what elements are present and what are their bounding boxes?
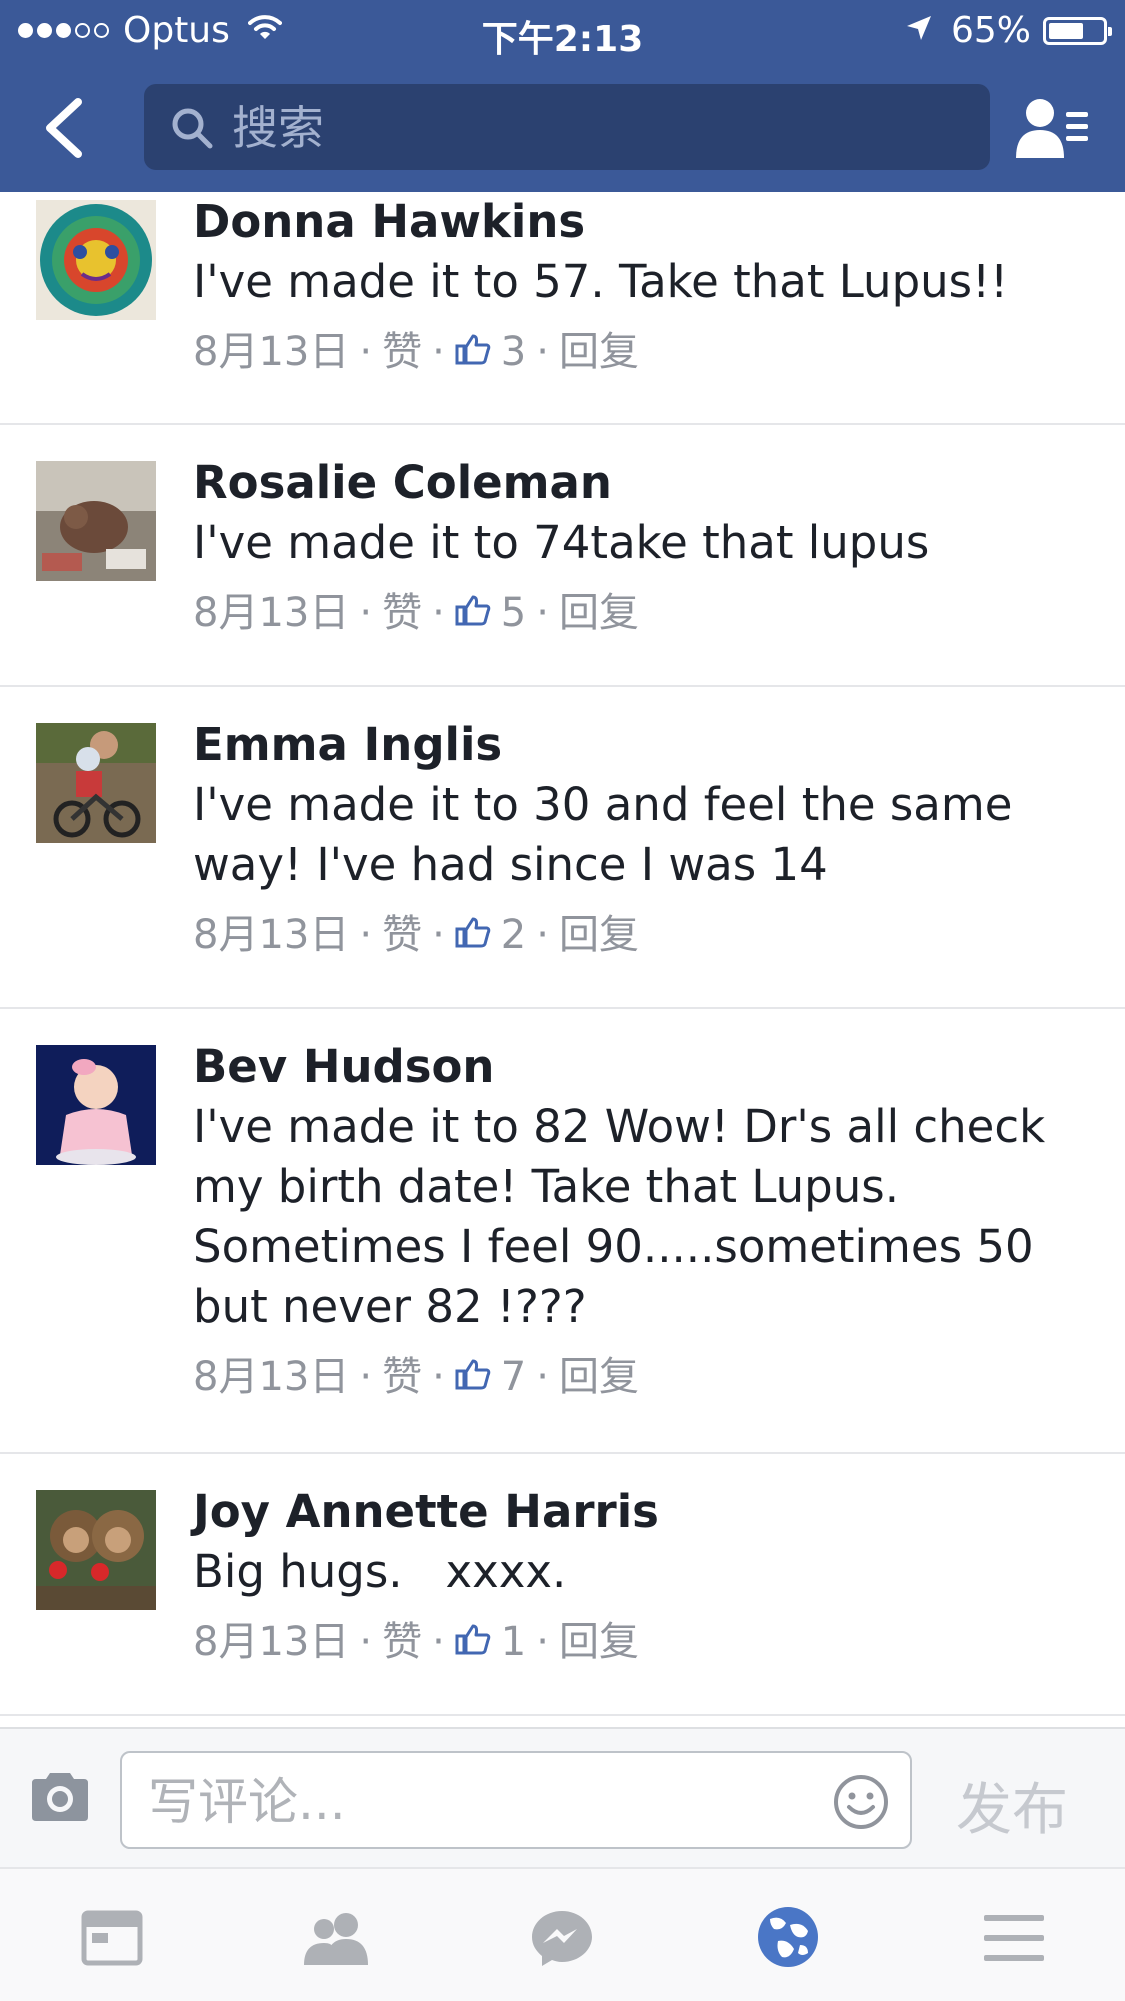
thumbs-up-icon [455,585,491,641]
comment-date: 8月13日 [193,1354,350,1400]
comment-author[interactable]: Rosalie Coleman [193,453,1085,513]
thumbs-up-icon [455,907,491,963]
friend-list-icon [1016,99,1088,158]
battery-percent: 65% [950,10,1031,51]
comment-date: 8月13日 [193,329,350,375]
comments-list: Donna Hawkins I've made it to 57. Take t… [0,192,1125,1716]
comment-item: Emma Inglis I've made it to 30 and feel … [0,687,1125,1009]
comment-meta: 8月13日 · 赞 · 1 · 回复 [193,1614,1085,1670]
comment-item: Donna Hawkins I've made it to 57. Take t… [0,192,1125,425]
back-button[interactable] [38,92,94,164]
menu-icon [984,1915,1044,1961]
camera-icon [32,1773,88,1821]
reply-button[interactable]: 回复 [559,324,639,380]
comment-meta: 8月13日 · 赞 · 3 · 回复 [193,324,1085,380]
comment-input[interactable] [146,1767,810,1837]
location-arrow-icon [905,10,933,51]
reply-button[interactable]: 回复 [559,1349,639,1405]
like-button[interactable]: 赞 [382,1614,422,1670]
like-button[interactable]: 赞 [382,585,422,641]
tab-notifications[interactable] [756,1907,820,1967]
tab-messenger[interactable] [530,1909,594,1967]
chevron-left-icon [46,98,82,158]
comment-date: 8月13日 [193,590,350,636]
avatar[interactable] [36,1045,156,1165]
search-icon [170,106,214,154]
comment-item: Rosalie Coleman I've made it to 74take t… [0,425,1125,687]
messenger-icon [532,1911,592,1966]
top-bar: Optus 下午2:13 65% [0,0,1125,192]
friends-list-button[interactable] [1014,96,1090,162]
avatar[interactable] [36,461,156,581]
comment-author[interactable]: Emma Inglis [193,715,1085,775]
comment-date: 8月13日 [193,912,350,958]
comment-meta: 8月13日 · 赞 · 5 · 回复 [193,585,1085,641]
notifications-globe-icon [758,1907,818,1967]
avatar[interactable] [36,1490,156,1610]
friend-requests-icon [304,1913,368,1965]
reply-button[interactable]: 回复 [559,1614,639,1670]
comment-item: Bev Hudson I've made it to 82 Wow! Dr's … [0,1009,1125,1454]
comment-text: I've made it to 74take that lupus [193,516,930,569]
battery-icon [1043,16,1112,45]
comment-author[interactable]: Joy Annette Harris [193,1482,1085,1542]
like-count[interactable]: 7 [501,1349,526,1405]
comment-date: 8月13日 [193,1619,350,1665]
thumbs-up-icon [455,1614,491,1670]
reply-button[interactable]: 回复 [559,907,639,963]
comment-text: I've made it to 30 and feel the same way… [193,778,1013,891]
smiley-icon [834,1775,888,1829]
news-feed-icon [81,1910,143,1966]
comment-meta: 8月13日 · 赞 · 2 · 回复 [193,907,1085,963]
comment-text: I've made it to 82 Wow! Dr's all check m… [193,1100,1046,1333]
comment-input-box[interactable] [120,1751,912,1849]
like-count[interactable]: 3 [501,324,526,380]
tab-friend-requests[interactable] [302,1909,368,1967]
comment-text: Big hugs. xxxx. [193,1545,567,1598]
search-input[interactable] [230,94,954,162]
like-count[interactable]: 2 [501,907,526,963]
comment-text: I've made it to 57. Take that Lupus!! [193,255,1009,308]
search-bar[interactable] [144,84,990,170]
tab-news-feed[interactable] [80,1909,144,1967]
like-button[interactable]: 赞 [382,324,422,380]
tab-menu[interactable] [982,1909,1046,1967]
camera-button[interactable] [28,1771,92,1827]
tab-bar [0,1867,1125,2001]
status-bar: Optus 下午2:13 65% [0,0,1125,62]
like-count[interactable]: 1 [501,1614,526,1670]
comment-composer: 发布 [0,1727,1125,1867]
thumbs-up-icon [455,1349,491,1405]
emoji-button[interactable] [832,1773,890,1835]
avatar[interactable] [36,200,156,320]
post-button[interactable]: 发布 [956,1765,1068,1846]
like-count[interactable]: 5 [501,585,526,641]
thumbs-up-icon [455,324,491,380]
avatar[interactable] [36,723,156,843]
like-button[interactable]: 赞 [382,907,422,963]
reply-button[interactable]: 回复 [559,585,639,641]
comment-author[interactable]: Bev Hudson [193,1037,1085,1097]
comment-author[interactable]: Donna Hawkins [193,192,1085,252]
comment-meta: 8月13日 · 赞 · 7 · 回复 [193,1349,1085,1405]
like-button[interactable]: 赞 [382,1349,422,1405]
comment-item: Joy Annette Harris Big hugs. xxxx. 8月13日… [0,1454,1125,1716]
